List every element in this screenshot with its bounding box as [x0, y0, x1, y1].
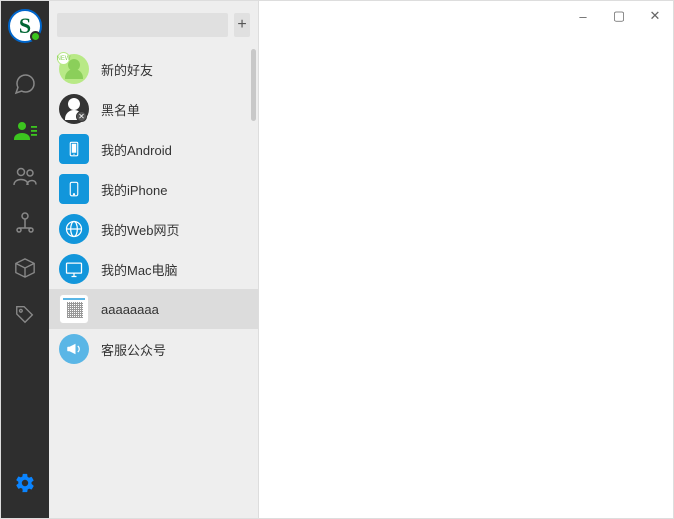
new-friend-avatar-icon: NEW [59, 54, 89, 84]
contact-label: 客服公众号 [101, 340, 166, 359]
window-controls: – ▢ ✕ [565, 1, 673, 31]
contact-label: 新的好友 [101, 60, 153, 79]
node-icon [13, 210, 37, 234]
web-globe-icon [59, 214, 89, 244]
contact-label: 我的iPhone [101, 180, 167, 199]
online-status-dot [30, 31, 41, 42]
nav-tag[interactable] [1, 291, 49, 337]
contact-list[interactable]: NEW 新的好友 ✕ 黑名单 我的Android 我的iPhone [49, 41, 258, 518]
nav-group[interactable] [1, 153, 49, 199]
contact-label: 我的Android [101, 140, 172, 159]
megaphone-icon [59, 334, 89, 364]
iphone-device-icon [59, 174, 89, 204]
contact-item-user[interactable]: aaaaaaaa [49, 289, 258, 329]
app-root: S + [1, 1, 673, 518]
box-icon [14, 257, 36, 279]
contact-item-new-friend[interactable]: NEW 新的好友 [49, 49, 258, 89]
minimize-icon: – [579, 9, 586, 24]
contacts-icon [12, 118, 38, 142]
nav-contacts[interactable] [1, 107, 49, 153]
add-button[interactable]: + [234, 13, 250, 37]
nav-box[interactable] [1, 245, 49, 291]
contact-label: 黑名单 [101, 100, 140, 119]
scrollbar-thumb[interactable] [251, 49, 256, 121]
minimize-button[interactable]: – [565, 1, 601, 31]
qr-avatar-icon [59, 294, 89, 324]
contact-item-iphone[interactable]: 我的iPhone [49, 169, 258, 209]
mac-monitor-icon [59, 254, 89, 284]
nav-settings[interactable] [1, 460, 49, 506]
nav-org[interactable] [1, 199, 49, 245]
contact-item-blacklist[interactable]: ✕ 黑名单 [49, 89, 258, 129]
gear-icon [14, 472, 36, 494]
blacklist-avatar-icon: ✕ [59, 94, 89, 124]
contact-item-mac[interactable]: 我的Mac电脑 [49, 249, 258, 289]
search-input[interactable] [57, 13, 228, 37]
app-logo[interactable]: S [8, 9, 42, 43]
maximize-icon: ▢ [613, 8, 625, 24]
maximize-button[interactable]: ▢ [601, 1, 637, 31]
android-device-icon [59, 134, 89, 164]
close-button[interactable]: ✕ [637, 1, 673, 31]
group-icon [12, 164, 38, 188]
tag-icon [14, 303, 36, 325]
close-icon: ✕ [650, 8, 661, 24]
chat-icon [13, 72, 37, 96]
contact-panel: + NEW 新的好友 ✕ 黑名单 我的Android [49, 1, 259, 518]
contact-label: 我的Web网页 [101, 220, 180, 239]
contact-item-android[interactable]: 我的Android [49, 129, 258, 169]
plus-icon: + [237, 16, 246, 34]
search-row: + [49, 1, 258, 41]
contact-item-web[interactable]: 我的Web网页 [49, 209, 258, 249]
contact-label: aaaaaaaa [101, 302, 159, 317]
contact-item-service[interactable]: 客服公众号 [49, 329, 258, 369]
contact-label: 我的Mac电脑 [101, 260, 178, 279]
main-content: – ▢ ✕ [259, 1, 673, 518]
nav-chat[interactable] [1, 61, 49, 107]
nav-sidebar: S [1, 1, 49, 518]
